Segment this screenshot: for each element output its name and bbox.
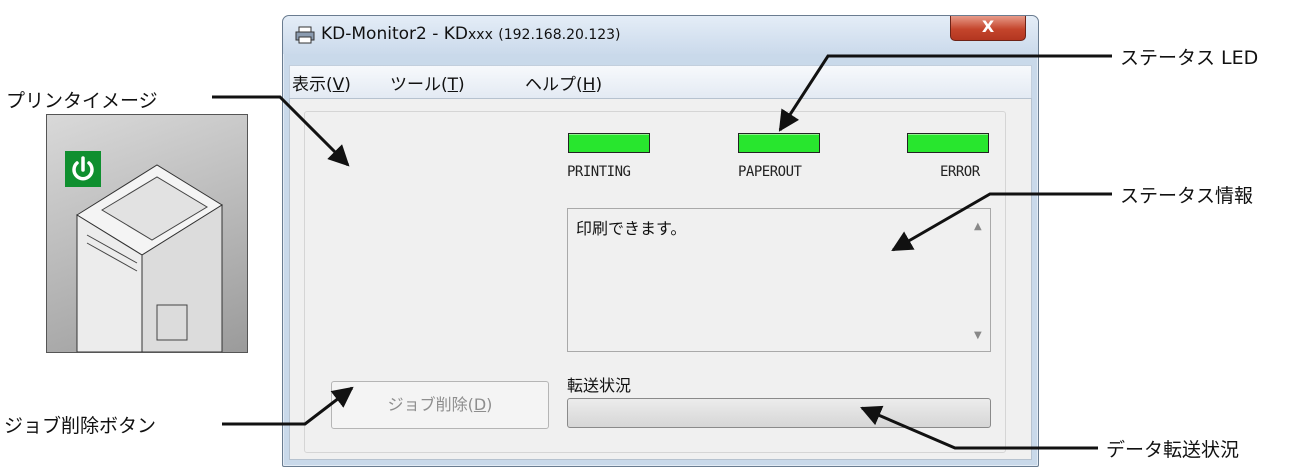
annotation-status-led: ステータス LED [1120,47,1259,69]
title-ip: (192.168.20.123) [498,27,621,43]
close-icon: X [981,17,995,36]
printer-icon [295,26,315,44]
led-printing [568,133,650,153]
window-title: KD-Monitor2 - KDxxx (192.168.20.123) [321,24,621,44]
title-bar[interactable]: KD-Monitor2 - KDxxx (192.168.20.123) X [283,16,1038,54]
transfer-progress-bar [567,398,991,428]
status-scrollbar[interactable]: ▲ ▼ [970,209,990,351]
status-info-box[interactable]: 印刷できます。 ▲ ▼ [567,208,991,352]
led-paperout [738,133,820,153]
menu-help[interactable]: ヘルプ(H) [525,70,602,95]
annotation-data-transfer: データ転送状況 [1106,439,1240,461]
annotation-job-delete-button: ジョブ削除ボタン [4,415,157,437]
menu-view[interactable]: 表示(V) [292,70,351,95]
led-printing-label: PRINTING [567,164,631,180]
scroll-up-icon[interactable]: ▲ [974,221,982,232]
title-main: KD-Monitor2 - KD [321,24,468,44]
menu-bar: 表示(V) ツール(T) ヘルプ(H) [289,65,1032,99]
close-button[interactable]: X [950,16,1026,41]
power-icon [65,151,101,187]
title-model: xxx [468,27,493,43]
transfer-label: 転送状況 [567,376,632,395]
led-error [907,133,989,153]
led-error-label: ERROR [940,164,980,180]
annotation-printer-image: プリンタイメージ [6,90,158,112]
printer-image [46,114,248,353]
menu-tools[interactable]: ツール(T) [390,70,465,95]
status-message: 印刷できます。 [576,219,687,238]
led-paperout-label: PAPEROUT [738,164,802,180]
job-delete-button[interactable]: ジョブ削除(D) [331,381,549,429]
annotation-status-info: ステータス情報 [1120,185,1254,207]
scroll-down-icon[interactable]: ▼ [974,330,982,341]
